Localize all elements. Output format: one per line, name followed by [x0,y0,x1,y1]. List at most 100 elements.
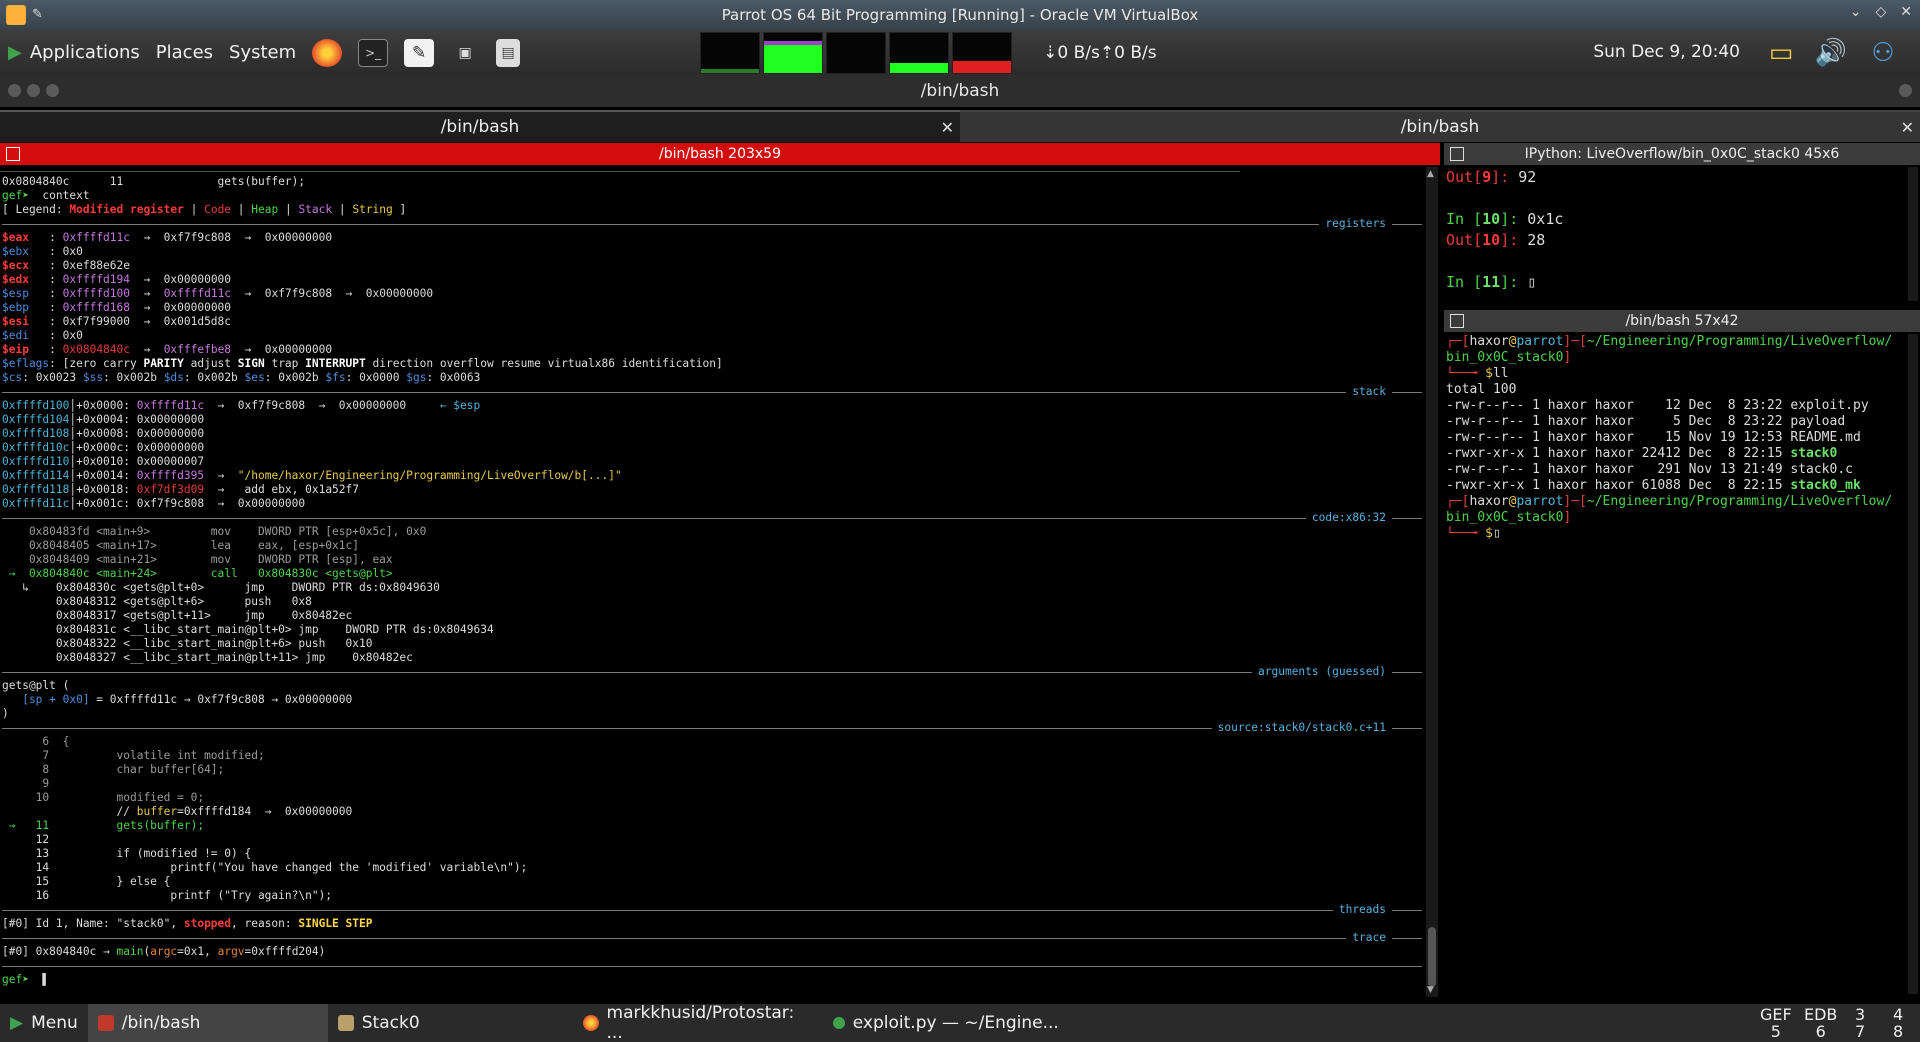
workspace-4[interactable]: 48 [1893,1006,1903,1040]
terminal-line: [#0] Id 1, Name: "stack0", stopped, reas… [2,917,1422,931]
parrot-logo-icon[interactable]: ▶ [8,42,22,63]
pane-split-icon[interactable] [1450,147,1464,161]
text-segment: : 0x0000 [345,371,407,384]
window-menu-icon[interactable] [1899,84,1912,97]
text-segment: $fs [325,371,346,384]
terminal-line: → 11 gets(buffer); [2,819,1422,833]
text-segment: ] [1563,510,1572,525]
text-segment: : 0xf7f99000 → 0x001d5d8c [49,315,232,328]
workspace-3[interactable]: 37 [1855,1006,1865,1040]
text-segment: 10 modified = 0; [2,791,205,804]
section-label: threads [1332,903,1392,917]
terminal-line: $ebp : 0xffffd168 → 0x00000000 [2,301,1422,315]
terminal-line: -rwxr-xr-x 1 haxor haxor 22412 Dec 8 22:… [1446,446,1892,462]
text-segment: SIGN [237,357,265,370]
vbox-close-icon[interactable]: ✕ [1900,4,1912,20]
pane-title-bar: IPython: LiveOverflow/bin_0x0C_stack0 45… [1444,143,1920,165]
text-segment: → [204,469,238,482]
terminal-line: 7 volatile int modified; [2,749,1422,763]
tab-label: /bin/bash [440,117,520,137]
terminal-line: $eax : 0xffffd11c → 0xf7f9c808 → 0x00000… [2,231,1422,245]
screen-launcher-icon[interactable]: ▣ [450,39,480,67]
tab-close-icon[interactable]: ✕ [1901,118,1914,137]
workspace-1[interactable]: GEF 5 [1760,1006,1792,1040]
text-segment: → 11 gets(buffer); [2,819,205,832]
menu-button[interactable]: ▶ Menu [0,1004,88,1042]
clock[interactable]: Sun Dec 9, 20:40 [1593,42,1740,62]
text-segment: bin_0x0C_stack0 [1446,350,1564,365]
text-segment: ] [392,203,407,216]
task-editor[interactable]: exploit.py — ~/Engine... [823,1004,1083,1042]
task-label: exploit.py — ~/Engine... [852,1013,1059,1033]
text-segment: $ss [82,371,104,384]
scrollbar-thumb[interactable] [1428,927,1436,987]
gdb-terminal-pane[interactable]: /bin/bash 203x59 0x0804840c 11 gets(buff… [0,143,1440,1001]
text-segment: $ebx [2,245,50,258]
task-bash[interactable]: /bin/bash [87,1004,328,1042]
workspace-2[interactable]: EDB 6 [1804,1006,1837,1040]
task-firefox[interactable]: markkhusid/Protostar: ... [573,1003,823,1042]
terminal-launcher-icon[interactable]: >_ [358,38,389,67]
text-segment: 0xffffd168 [62,301,130,314]
window-minimize-icon[interactable] [27,84,40,97]
load-monitor [952,31,1013,74]
applications-menu[interactable]: Applications [30,42,140,63]
terminal-titlebar: /bin/bash [0,75,1920,107]
text-segment: 7 volatile int modified; [2,749,265,762]
text-segment: -rw-r--r-- 1 haxor haxor 5 Dec 8 23:22 p… [1446,414,1846,429]
pin-icon[interactable]: ✎ [32,7,43,22]
window-maximize-icon[interactable] [46,84,59,97]
text-segment: : 0x002b [264,371,326,384]
user-icon[interactable]: ⚇ [1862,34,1904,72]
section-separator: threads [2,903,1422,917]
volume-icon[interactable]: 🔊 [1810,34,1852,72]
terminal-line: $esi : 0xf7f99000 → 0x001d5d8c [2,315,1422,329]
text-segment: 0xffffd118 [2,483,70,496]
calculator-launcher-icon[interactable]: ▤ [496,38,521,67]
vbox-minimize-icon[interactable]: ⌄ [1850,4,1862,20]
text-segment: : 0x002b [103,371,164,384]
text-segment: │+0x001c: 0xf7f9c808 → 0x00000000 [69,497,306,510]
text-segment: context [42,189,90,202]
system-menu[interactable]: System [229,42,296,63]
text-segment: $cs [2,371,23,384]
tab-bash-2[interactable]: /bin/bash ✕ [960,110,1920,142]
scrollbar[interactable]: ▲ ▼ [1426,167,1438,997]
window-close-icon[interactable] [8,84,21,97]
task-stack0[interactable]: Stack0 [328,1004,573,1042]
vbox-titlebar: ✎ Parrot OS 64 Bit Programming [Running]… [0,0,1920,30]
vbox-maximize-icon[interactable]: ◇ [1875,4,1886,20]
pane-split-icon[interactable] [1450,314,1464,328]
task-label: /bin/bash [121,1013,201,1033]
text-segment: haxor [1469,494,1509,509]
text-segment: 0xffffd395 [136,469,205,482]
scroll-down-icon[interactable]: ▼ [1427,985,1434,995]
text-editor-launcher-icon[interactable]: ✎ [404,38,435,67]
terminal-line: $ecx : 0xef88e62e [2,259,1422,273]
text-segment: String [352,203,393,216]
tab-bash-1[interactable]: /bin/bash ✕ [0,110,960,142]
pane-split-icon[interactable] [6,147,20,161]
terminal-line: -rw-r--r-- 1 haxor haxor 5 Dec 8 23:22 p… [1446,414,1892,430]
terminal-line: Out[10]: 28 [1446,230,1563,251]
text-segment: $ebp [2,301,50,314]
firefox-launcher-icon[interactable] [312,38,343,67]
text-segment: // [2,805,137,818]
tab-close-icon[interactable]: ✕ [941,118,954,137]
scroll-up-icon[interactable]: ▲ [1427,169,1434,179]
text-segment: → 0xf7f9c808 → 0x00000000 [130,231,333,244]
text-segment: ~/Engineering/Programming/LiveOverflow/ [1586,334,1893,349]
terminal-line: gef➤ context [2,189,1422,203]
text-segment: Modified register [69,203,184,216]
bash-pane[interactable]: /bin/bash 57x42 ┌─[haxor@parrot]─[~/Engi… [1444,310,1920,1000]
tab-bar: /bin/bash ✕ /bin/bash ✕ [0,110,1920,142]
places-menu[interactable]: Places [156,42,213,63]
ipython-pane[interactable]: IPython: LiveOverflow/bin_0x0C_stack0 45… [1444,143,1920,305]
scrollbar[interactable] [1908,167,1918,301]
text-segment: stopped [183,917,232,930]
text-segment: : 0x0 [49,245,83,258]
text-segment: 16 printf ("Try again?\n"); [2,889,333,902]
text-segment: $ds [163,371,184,384]
display-icon[interactable]: ▭ [1760,34,1802,72]
scrollbar[interactable] [1908,334,1918,994]
